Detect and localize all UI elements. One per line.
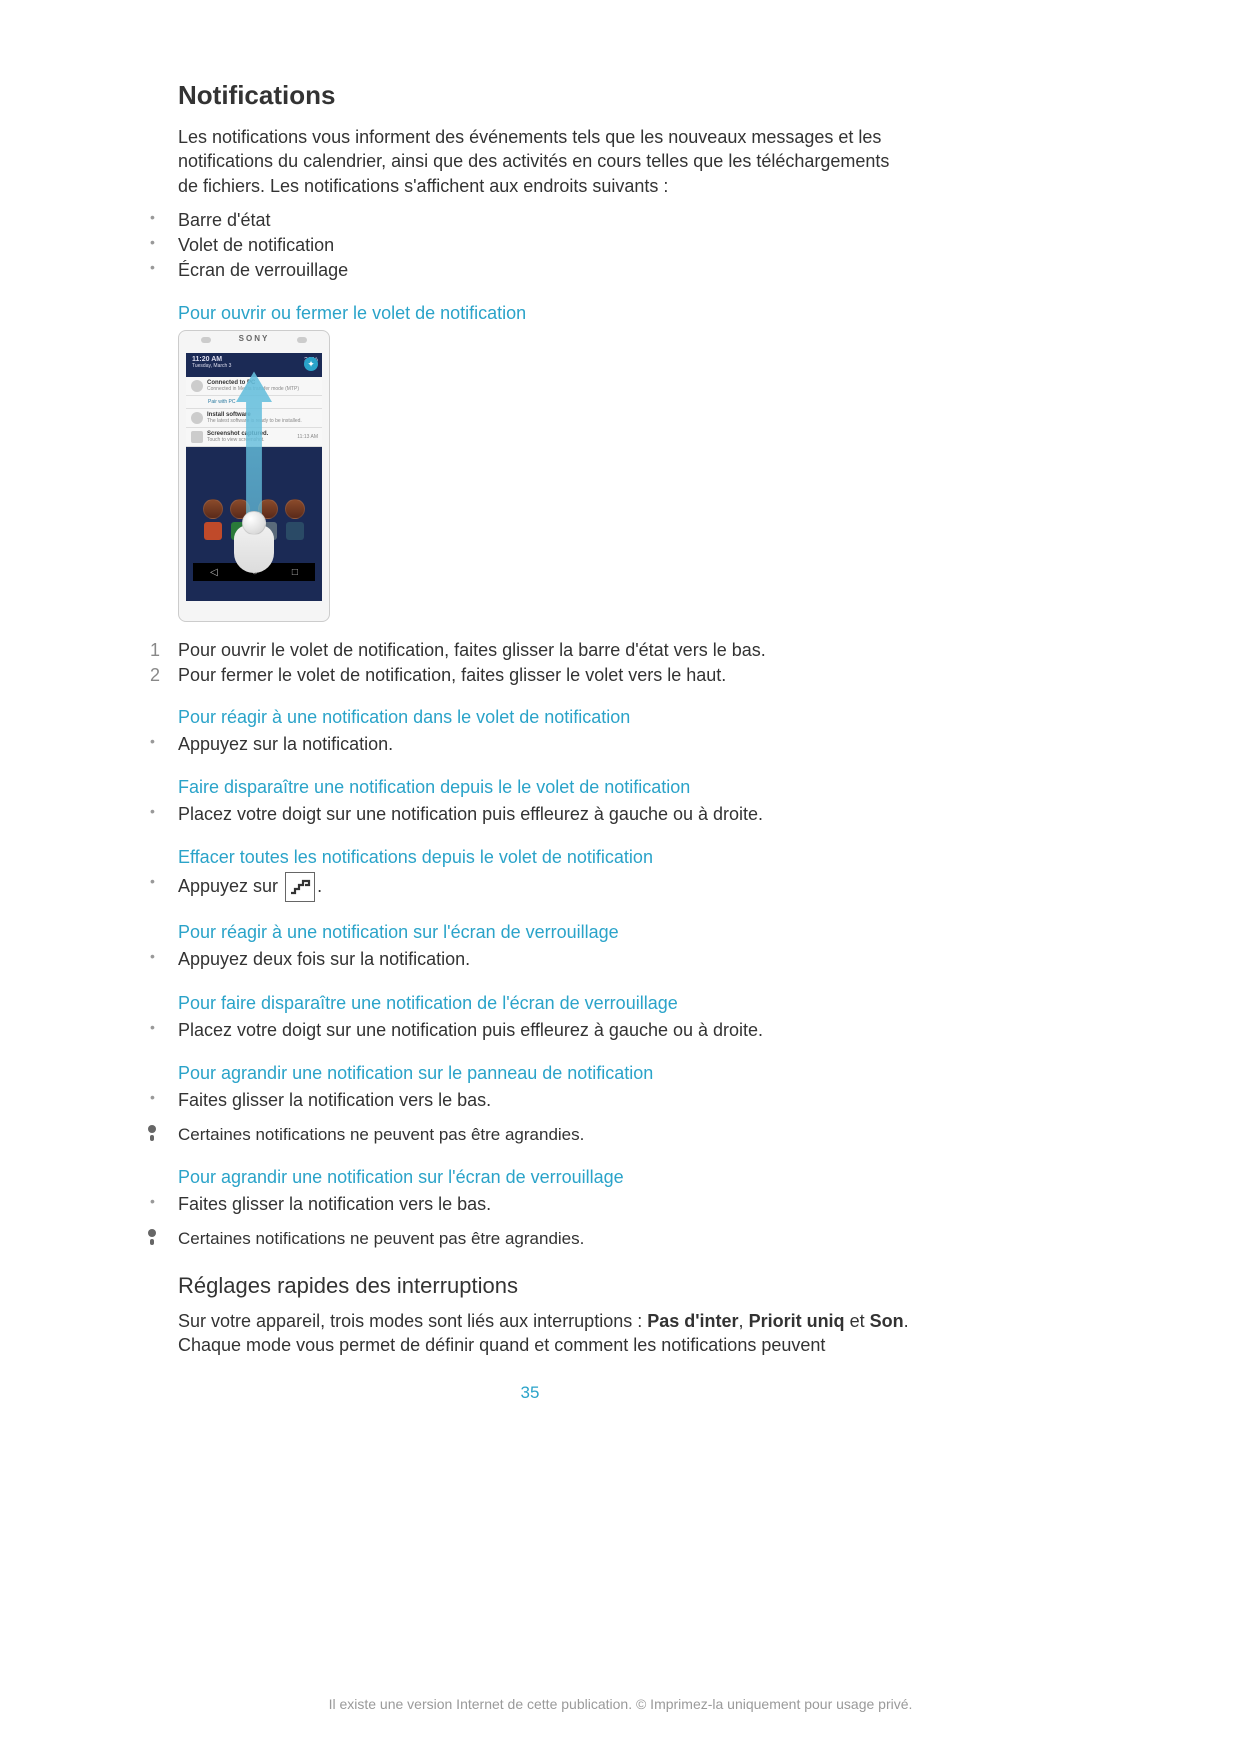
step-item: 2Pour fermer le volet de notification, f… <box>150 663 910 687</box>
download-icon <box>191 412 203 424</box>
notif-time: 11:13 AM <box>297 434 318 440</box>
footer-text: Il existe une version Internet de cette … <box>0 1696 1241 1712</box>
page-content: Notifications Les notifications vous inf… <box>150 80 910 1403</box>
subheading-expand-lock: Pour agrandir une notification sur l'écr… <box>178 1167 910 1188</box>
warning-note: Certaines notifications ne peuvent pas ê… <box>150 1227 910 1251</box>
subheading-react-panel: Pour réagir à une notification dans le v… <box>178 707 910 728</box>
list-item: Appuyez deux fois sur la notification. <box>150 947 910 972</box>
phone-brand: SONY <box>179 331 329 352</box>
warning-text: Certaines notifications ne peuvent pas ê… <box>178 1229 584 1248</box>
list-item: Écran de verrouillage <box>150 258 910 283</box>
subheading-dismiss-lock: Pour faire disparaître une notification … <box>178 993 910 1014</box>
subheading-clear-all: Effacer toutes les notifications depuis … <box>178 847 910 868</box>
subheading-dismiss-panel: Faire disparaître une notification depui… <box>178 777 910 798</box>
locations-list: Barre d'état Volet de notification Écran… <box>150 208 910 284</box>
list-item: Faites glisser la notification vers le b… <box>150 1192 910 1217</box>
subheading-open-close: Pour ouvrir ou fermer le volet de notifi… <box>178 303 910 324</box>
list-item: Appuyez sur . <box>150 872 910 902</box>
quick-settings-paragraph: Sur votre appareil, trois modes sont lié… <box>178 1309 910 1358</box>
hand-icon <box>231 511 277 571</box>
heading-notifications: Notifications <box>178 80 910 111</box>
warning-note: Certaines notifications ne peuvent pas ê… <box>150 1123 910 1147</box>
list-item: Volet de notification <box>150 233 910 258</box>
nav-back-icon: ◁ <box>210 567 218 578</box>
step-text: Pour fermer le volet de notification, fa… <box>178 665 726 685</box>
list-item: Barre d'état <box>150 208 910 233</box>
list-item: Appuyez sur la notification. <box>150 732 910 757</box>
status-date: Tuesday, March 3 <box>192 363 316 369</box>
app-icon <box>286 522 304 540</box>
steps-list: 1Pour ouvrir le volet de notification, f… <box>150 638 910 687</box>
mode-name: Pas d'inter <box>647 1311 738 1331</box>
page-number: 35 <box>150 1383 910 1403</box>
text: Appuyez sur <box>178 876 283 896</box>
list-item: Placez votre doigt sur une notification … <box>150 1018 910 1043</box>
step-text: Pour ouvrir le volet de notification, fa… <box>178 640 766 660</box>
usb-icon <box>191 380 203 392</box>
nav-recent-icon: □ <box>292 567 298 578</box>
subheading-expand-panel: Pour agrandir une notification sur le pa… <box>178 1063 910 1084</box>
subheading-react-lock: Pour réagir à une notification sur l'écr… <box>178 922 910 943</box>
phone-illustration: SONY 11:20 AM Tuesday, March 3 36% ✦ Con… <box>178 330 330 622</box>
status-time: 11:20 AM <box>192 356 316 363</box>
step-item: 1Pour ouvrir le volet de notification, f… <box>150 638 910 662</box>
heading-quick-settings: Réglages rapides des interruptions <box>178 1273 910 1299</box>
app-icon <box>204 522 222 540</box>
list-item: Faites glisser la notification vers le b… <box>150 1088 910 1113</box>
text: . <box>317 876 322 896</box>
list-item: Placez votre doigt sur une notification … <box>150 802 910 827</box>
mode-name: Priorit uniq <box>749 1311 845 1331</box>
screenshot-icon <box>191 431 203 443</box>
app-icon <box>203 499 223 519</box>
warning-text: Certaines notifications ne peuvent pas ê… <box>178 1125 584 1144</box>
app-icon <box>285 499 305 519</box>
clear-all-icon <box>285 872 315 902</box>
intro-paragraph: Les notifications vous informent des évé… <box>178 125 910 198</box>
mode-name: Son <box>870 1311 904 1331</box>
